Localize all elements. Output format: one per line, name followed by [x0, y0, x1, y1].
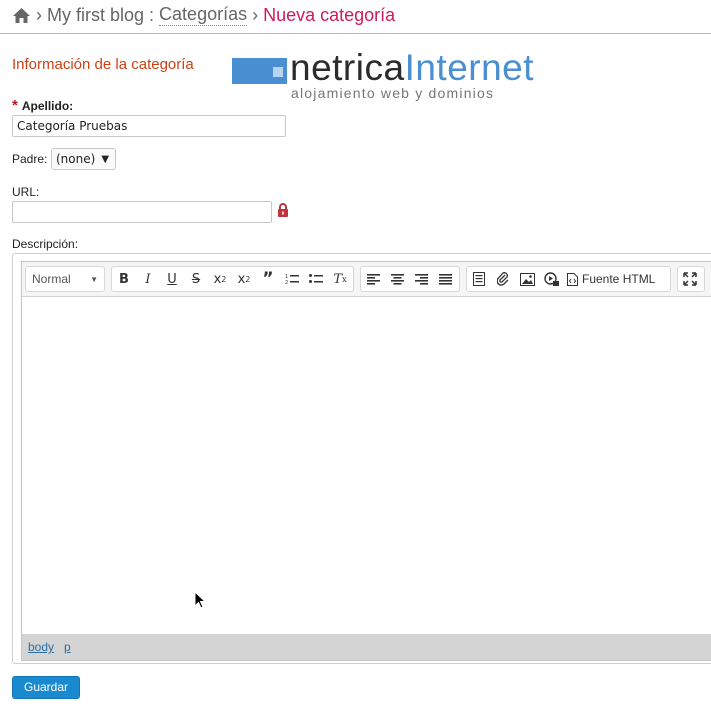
element-path: body p: [28, 640, 71, 654]
page-icon[interactable]: [467, 267, 491, 291]
breadcrumb-colon: :: [149, 4, 155, 25]
logo-word-blue: Internet: [404, 47, 535, 88]
blockquote-icon[interactable]: ”: [256, 267, 280, 291]
breadcrumb-separator: ›: [252, 4, 259, 25]
align-left-icon[interactable]: [361, 267, 385, 291]
media-icon[interactable]: [539, 267, 563, 291]
padre-selected-value: (none): [56, 152, 96, 166]
svg-text:2: 2: [285, 280, 288, 285]
padre-select[interactable]: (none) ▼: [51, 148, 117, 170]
insert-group: Fuente HTML: [466, 266, 671, 292]
italic-icon[interactable]: I: [136, 267, 160, 291]
format-value: Normal: [32, 272, 71, 286]
align-justify-icon[interactable]: [433, 267, 457, 291]
align-group: [360, 266, 460, 292]
source-html-label: Fuente HTML: [582, 272, 656, 286]
mouse-cursor-icon: [194, 591, 206, 609]
source-html-button[interactable]: Fuente HTML: [563, 267, 661, 291]
save-button[interactable]: Guardar: [12, 676, 81, 699]
attachment-icon[interactable]: [491, 267, 515, 291]
numbered-list-icon[interactable]: 12: [280, 267, 304, 291]
logo-tagline: alojamiento web y dominios: [291, 85, 495, 101]
bulleted-list-icon[interactable]: [304, 267, 328, 291]
required-marker: *: [12, 97, 18, 114]
maximize-icon[interactable]: [678, 267, 702, 291]
apellido-input[interactable]: [12, 115, 286, 137]
breadcrumb: › My first blog : Categorías › Nueva cat…: [12, 4, 395, 26]
bold-icon[interactable]: B: [112, 267, 136, 291]
apellido-label-text: Apellido:: [21, 99, 74, 113]
netrica-logo: netricaInternet alojamiento web y domini…: [232, 48, 572, 102]
format-group: Normal ▼: [25, 266, 105, 292]
editor-frame: Normal ▼ B I U S x2 x2 ” 12 Tx Fuente HT…: [21, 261, 711, 661]
source-icon: [567, 272, 578, 286]
logo-wordmark: netricaInternet: [290, 48, 534, 88]
logo-word-dark: netrica: [290, 47, 405, 88]
breadcrumb-separator: ›: [36, 4, 42, 25]
align-right-icon[interactable]: [409, 267, 433, 291]
rich-text-editor: Normal ▼ B I U S x2 x2 ” 12 Tx Fuente HT…: [12, 253, 711, 664]
breadcrumb-current: Nueva categoría: [263, 4, 396, 25]
image-icon[interactable]: [515, 267, 539, 291]
logo-square-icon: [273, 67, 283, 77]
section-title: Información de la categoría: [12, 56, 194, 73]
padre-label: Padre:: [12, 152, 48, 166]
header-divider: [0, 33, 711, 34]
descripcion-label: Descripción:: [12, 237, 79, 251]
apellido-label: * Apellido:: [12, 97, 73, 114]
home-icon[interactable]: [12, 7, 31, 24]
superscript-icon[interactable]: x2: [232, 267, 256, 291]
text-style-group: B I U S x2 x2 ” 12 Tx: [111, 266, 354, 292]
format-dropdown[interactable]: Normal ▼: [26, 267, 104, 291]
dropdown-arrow-icon: ▼: [101, 153, 110, 165]
url-input[interactable]: [12, 201, 272, 223]
breadcrumb-blog: My first blog: [47, 4, 145, 25]
url-label: URL:: [12, 185, 40, 199]
breadcrumb-categorias-link[interactable]: Categorías: [159, 4, 248, 26]
strikethrough-icon[interactable]: S: [184, 267, 208, 291]
editor-content-area[interactable]: [22, 297, 711, 634]
subscript-icon[interactable]: x2: [208, 267, 232, 291]
editor-toolbar: Normal ▼ B I U S x2 x2 ” 12 Tx Fuente HT…: [22, 262, 711, 297]
path-p[interactable]: p: [64, 640, 71, 654]
path-body[interactable]: body: [28, 640, 54, 654]
caret-down-icon: ▼: [90, 274, 98, 284]
align-center-icon[interactable]: [385, 267, 409, 291]
underline-icon[interactable]: U: [160, 267, 184, 291]
lock-icon[interactable]: [277, 203, 289, 218]
view-group: [677, 266, 705, 292]
remove-format-icon[interactable]: Tx: [328, 267, 352, 291]
editor-status-bar: body p: [22, 634, 711, 660]
